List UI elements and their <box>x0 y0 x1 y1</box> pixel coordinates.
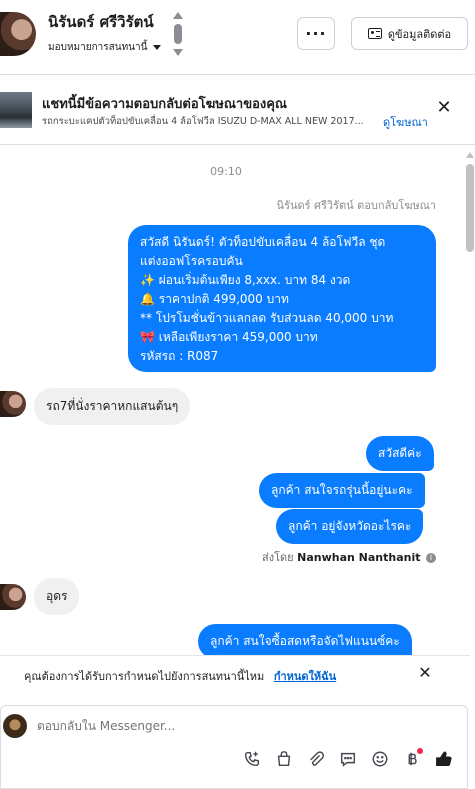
assign-notice-text: คุณต้องการได้รับการกำหนดไปยังการสนทนานี้… <box>24 670 265 683</box>
sender-avatar[interactable] <box>0 584 26 610</box>
scrollbar[interactable] <box>465 146 475 655</box>
timestamp: 09:10 <box>210 165 242 178</box>
ad-reply-message[interactable]: สวัสดี นิรันดร์! ตัวท็อปขับเคลื่อน 4 ล้อ… <box>128 225 436 372</box>
scroll-up-icon[interactable] <box>466 152 474 158</box>
outgoing-message[interactable]: ลูกค้า อยู่จังหวัดอะไรคะ <box>276 509 424 544</box>
outgoing-message[interactable]: สวัสดีค่ะ <box>366 436 434 471</box>
view-ad-link[interactable]: ดูโฆษณา <box>383 113 428 131</box>
assign-notice-bar: คุณต้องการได้รับการกำหนดไปยังการสนทนานี้… <box>0 655 470 693</box>
chevron-down-icon <box>153 45 162 50</box>
arrow-up-icon[interactable] <box>173 12 183 19</box>
page-avatar <box>3 714 27 738</box>
more-options-button[interactable]: ··· <box>297 17 335 50</box>
message-line: 🎀 เหลือเพียงราคา 459,000 บาท <box>140 330 318 344</box>
attachment-icon[interactable] <box>305 748 327 770</box>
info-icon[interactable]: i <box>426 553 436 563</box>
payment-icon[interactable] <box>401 748 423 770</box>
assign-to-me-link[interactable]: กำหนดให้ฉัน <box>274 670 336 683</box>
emoji-icon[interactable] <box>369 748 391 770</box>
close-icon[interactable]: ✕ <box>417 665 433 681</box>
arrow-down-icon[interactable] <box>173 49 183 56</box>
thumbs-up-icon[interactable] <box>433 748 455 770</box>
notification-dot <box>417 748 423 754</box>
shopping-bag-icon[interactable] <box>273 748 295 770</box>
reply-input[interactable] <box>37 719 337 733</box>
ad-banner-title: แชทนี้มีข้อความตอบกลับต่อโฆษณาของคุณ <box>42 97 287 112</box>
message-line: รหัสรถ : R087 <box>140 349 219 363</box>
assign-label: มอบหมายการสนทนานี้ <box>48 42 148 53</box>
scrollbar-thumb[interactable] <box>466 164 474 252</box>
sender-avatar[interactable] <box>0 391 26 417</box>
replied-to-ad-note: นิรันดร์ ศรีวิรัตน์ ตอบกลับโฆษณา <box>276 199 436 212</box>
saved-replies-icon[interactable] <box>337 748 359 770</box>
incoming-message[interactable]: รถ7ที่นั่งราคาหกแสนต้นๆ <box>34 388 191 425</box>
message-line: สวัสดี นิรันดร์! ตัวท็อปขับเคลื่อน 4 ล้อ… <box>140 235 386 249</box>
ad-reply-banner: แชทนี้มีข้อความตอบกลับต่อโฆษณาของคุณ รถก… <box>0 76 475 145</box>
message-composer <box>0 705 468 789</box>
message-line: ** โปรโมชั่นข้าวแลกลด รับส่วนลด 40,000 บ… <box>140 311 394 325</box>
message-line: แต่งออฟโรครอบคัน <box>140 254 243 268</box>
assign-dropdown[interactable]: มอบหมายการสนทนานี้ <box>48 40 162 55</box>
incoming-message[interactable]: อุดร <box>34 578 80 615</box>
ad-description: รถกระบะแคปตัวท็อปขับเคลื่อน 4 ล้อโฟวีล I… <box>42 116 364 127</box>
close-icon[interactable]: ✕ <box>436 99 452 117</box>
view-contact-label: ดูข้อมูลติดต่อ <box>387 27 452 41</box>
conversation-navigator[interactable] <box>172 12 184 58</box>
conversation-header: นิรันดร์ ศรีวิรัตน์ มอบหมายการสนทนานี้ ·… <box>0 0 475 75</box>
ad-thumbnail <box>0 92 32 128</box>
outgoing-message[interactable]: ลูกค้า สนใจซื้อสดหรือจัดไฟแนนซ์คะ <box>198 624 412 655</box>
assign-notice: คุณต้องการได้รับการกำหนดไปยังการสนทนานี้… <box>24 667 336 685</box>
call-icon[interactable] <box>241 748 263 770</box>
contact-avatar[interactable] <box>0 12 36 56</box>
sent-by-name: Nanwhan Nanthanit <box>297 551 421 564</box>
sent-by-prefix: ส่งโดย <box>262 551 294 564</box>
contact-name[interactable]: นิรันดร์ ศรีวิรัตน์ <box>48 10 154 34</box>
outgoing-message[interactable]: ลูกค้า สนใจรถรุ่นนี้อยู่นะคะ <box>259 473 425 508</box>
sent-by-note: ส่งโดย Nanwhan Nanthanit i <box>0 548 436 566</box>
contact-card-icon <box>367 28 382 39</box>
composer-toolbar <box>241 748 455 770</box>
message-thread[interactable]: 09:10 นิรันดร์ ศรีวิรัตน์ ตอบกลับโฆษณา ส… <box>0 146 475 655</box>
navigator-handle <box>174 24 182 44</box>
message-line: 🔔 ราคาปกติ 499,000 บาท <box>140 292 289 306</box>
message-line: ✨ ผ่อนเริ่มต้นเพียง 8,xxx. บาท 84 งวด <box>140 273 351 287</box>
view-contact-button[interactable]: ดูข้อมูลติดต่อ <box>351 17 468 50</box>
